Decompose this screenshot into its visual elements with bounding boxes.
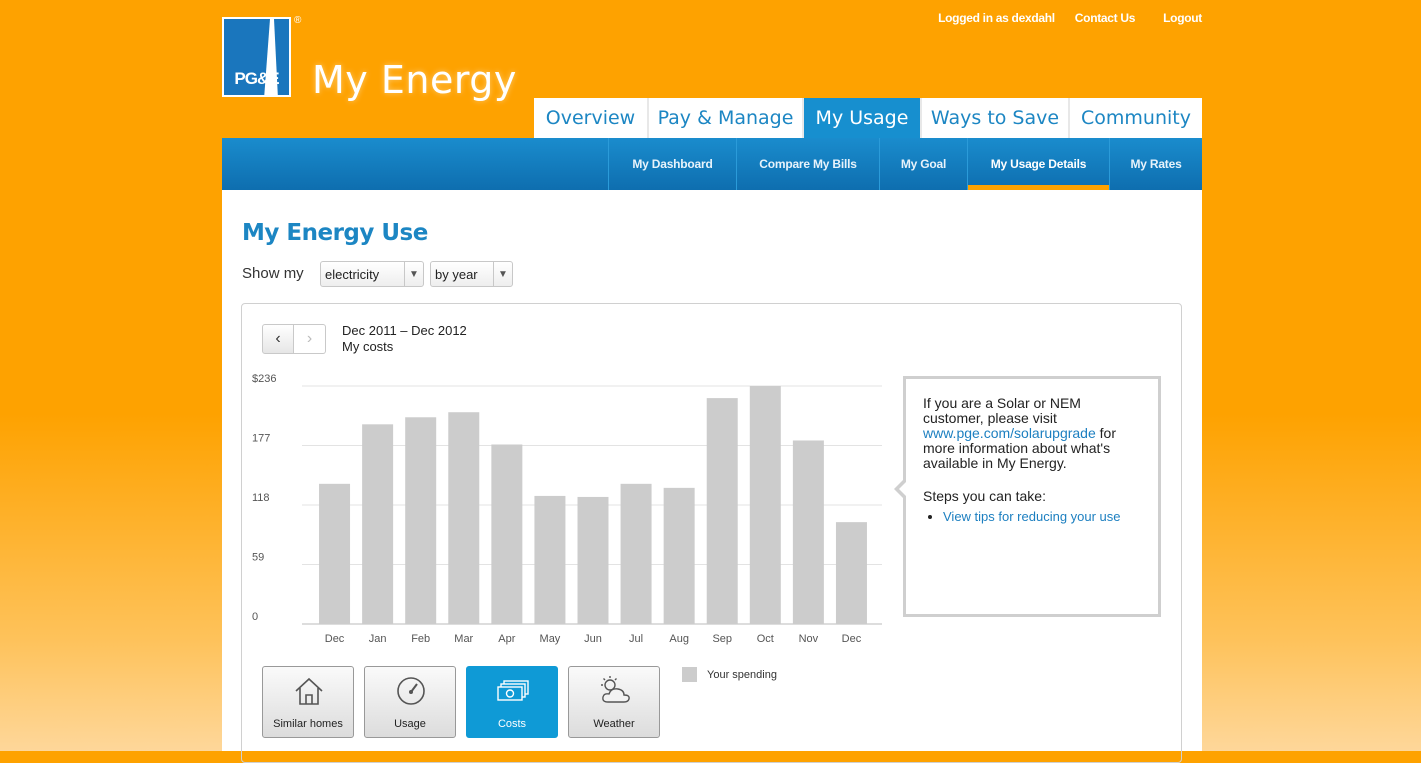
chart-bar [534, 495, 566, 624]
solar-upgrade-link[interactable]: www.pge.com/solarupgrade [923, 425, 1096, 441]
view-button-label: Weather [593, 718, 635, 730]
pge-logo-badge: PG&E [222, 17, 291, 97]
x-tick-label: Dec [842, 633, 862, 645]
page-title: My Energy Use [242, 220, 428, 246]
x-tick-label: Nov [799, 633, 819, 645]
x-tick-label: Dec [325, 633, 345, 645]
x-tick-label: Feb [411, 633, 430, 645]
x-tick-label: Jun [584, 633, 602, 645]
chevron-left-icon: ‹ [275, 330, 281, 347]
x-tick-label: Oct [757, 633, 774, 645]
chart-bar [362, 424, 394, 624]
show-my-label: Show my [242, 265, 304, 282]
x-tick-label: Apr [498, 633, 515, 645]
metric-label: My costs [342, 339, 394, 354]
fuel-select-value: electricity [325, 266, 380, 282]
similar-homes-button[interactable]: Similar homes [262, 666, 354, 738]
chevron-down-icon: ▼ [493, 262, 512, 286]
solar-info-text: If you are a Solar or NEM customer, plea… [923, 395, 1116, 471]
tab-pay-manage[interactable]: Pay & Manage [649, 98, 804, 138]
chart-bar [749, 386, 781, 624]
chevron-right-icon: › [306, 330, 313, 347]
next-period-button[interactable]: › [294, 324, 326, 354]
tab-my-usage[interactable]: My Usage [804, 98, 922, 138]
steps-heading: Steps you can take: [923, 488, 1046, 504]
sub-nav: My Dashboard Compare My Bills My Goal My… [222, 138, 1202, 190]
gauge-icon [397, 677, 425, 705]
chart-bar [792, 440, 824, 624]
chart-bar [706, 398, 738, 624]
app-title: My Energy [312, 58, 517, 102]
view-buttons: Similar homes Usage Costs Weather [262, 666, 660, 738]
chart-bar [577, 496, 609, 624]
cost-bar-chart: 0 59 118 177 $236 Dec Jan Feb Mar Apr May Jun Jul Aug… [252, 373, 882, 645]
date-pager: ‹ › [262, 324, 326, 354]
fuel-select[interactable]: electricity ▼ [320, 261, 424, 287]
x-tick-label: Jan [369, 633, 387, 645]
tab-ways-to-save[interactable]: Ways to Save [922, 98, 1070, 138]
chart-bar [448, 412, 480, 624]
chart-bar [319, 483, 351, 624]
chart-panel: ‹ › Dec 2011 – Dec 2012 My costs 0 59 118 1… [241, 303, 1182, 763]
chart-bar [663, 487, 695, 624]
period-select-value: by year [435, 266, 478, 282]
main-content: My Energy Use Show my electricity ▼ by y… [222, 190, 1202, 763]
subtab-my-rates[interactable]: My Rates [1109, 138, 1202, 190]
x-tick-label: Aug [669, 633, 689, 645]
subtab-compare-my-bills[interactable]: Compare My Bills [736, 138, 879, 190]
chart-bar [491, 444, 523, 624]
date-range-label: Dec 2011 – Dec 2012 [342, 323, 467, 338]
chart-bar [835, 522, 867, 624]
period-select[interactable]: by year ▼ [430, 261, 513, 287]
x-tick-label: Sep [712, 633, 732, 645]
x-tick-label: Mar [454, 633, 473, 645]
chart-range: Dec 2011 – Dec 2012 My costs [342, 323, 467, 355]
costs-button[interactable]: Costs [466, 666, 558, 738]
tab-community[interactable]: Community [1070, 98, 1202, 138]
logged-in-label: Logged in as dexdahl [938, 11, 1055, 25]
legend-swatch [682, 667, 697, 682]
registered-mark: ® [294, 15, 302, 26]
subtab-my-goal[interactable]: My Goal [879, 138, 967, 190]
legend-label: Your spending [707, 668, 777, 681]
y-tick-label: $236 [252, 373, 276, 385]
pge-logo[interactable]: PG&E ® [222, 15, 301, 97]
y-tick-label: 177 [252, 433, 270, 445]
weather-icon [601, 676, 630, 703]
view-button-label: Costs [497, 718, 527, 730]
solar-info-box: If you are a Solar or NEM customer, plea… [894, 376, 1161, 617]
page-wrapper: PG&E ® My Energy Logged in as dexdahl Co… [222, 0, 1202, 763]
chart-bar [620, 483, 652, 624]
tab-overview[interactable]: Overview [534, 98, 649, 138]
weather-button[interactable]: Weather [568, 666, 660, 738]
subtab-my-dashboard[interactable]: My Dashboard [608, 138, 736, 190]
view-button-label: Usage [394, 718, 426, 730]
usage-button[interactable]: Usage [364, 666, 456, 738]
x-tick-label: May [540, 633, 561, 645]
chart-legend: Your spending [682, 667, 777, 682]
money-icon [497, 680, 529, 701]
logout-link[interactable]: Logout [1135, 11, 1202, 25]
tips-link[interactable]: View tips for reducing your use [943, 509, 1121, 524]
main-nav: Overview Pay & Manage My Usage Ways to S… [534, 98, 1202, 138]
y-tick-label: 0 [252, 611, 258, 623]
chart-bar [405, 417, 437, 624]
steps-list: View tips for reducing your use [923, 509, 1141, 524]
chevron-down-icon: ▼ [404, 262, 423, 286]
logo-text: PG&E [234, 69, 279, 88]
utility-links: Logged in as dexdahl Contact Us Logout [918, 11, 1202, 25]
x-tick-label: Jul [629, 633, 643, 645]
prev-period-button[interactable]: ‹ [262, 324, 294, 354]
view-button-label: Similar homes [273, 718, 343, 730]
house-icon [295, 677, 323, 705]
contact-us-link[interactable]: Contact Us [1055, 11, 1136, 25]
y-tick-label: 59 [252, 552, 264, 564]
subtab-my-usage-details[interactable]: My Usage Details [967, 138, 1109, 190]
y-tick-label: 118 [252, 492, 270, 504]
list-item: View tips for reducing your use [943, 509, 1141, 524]
